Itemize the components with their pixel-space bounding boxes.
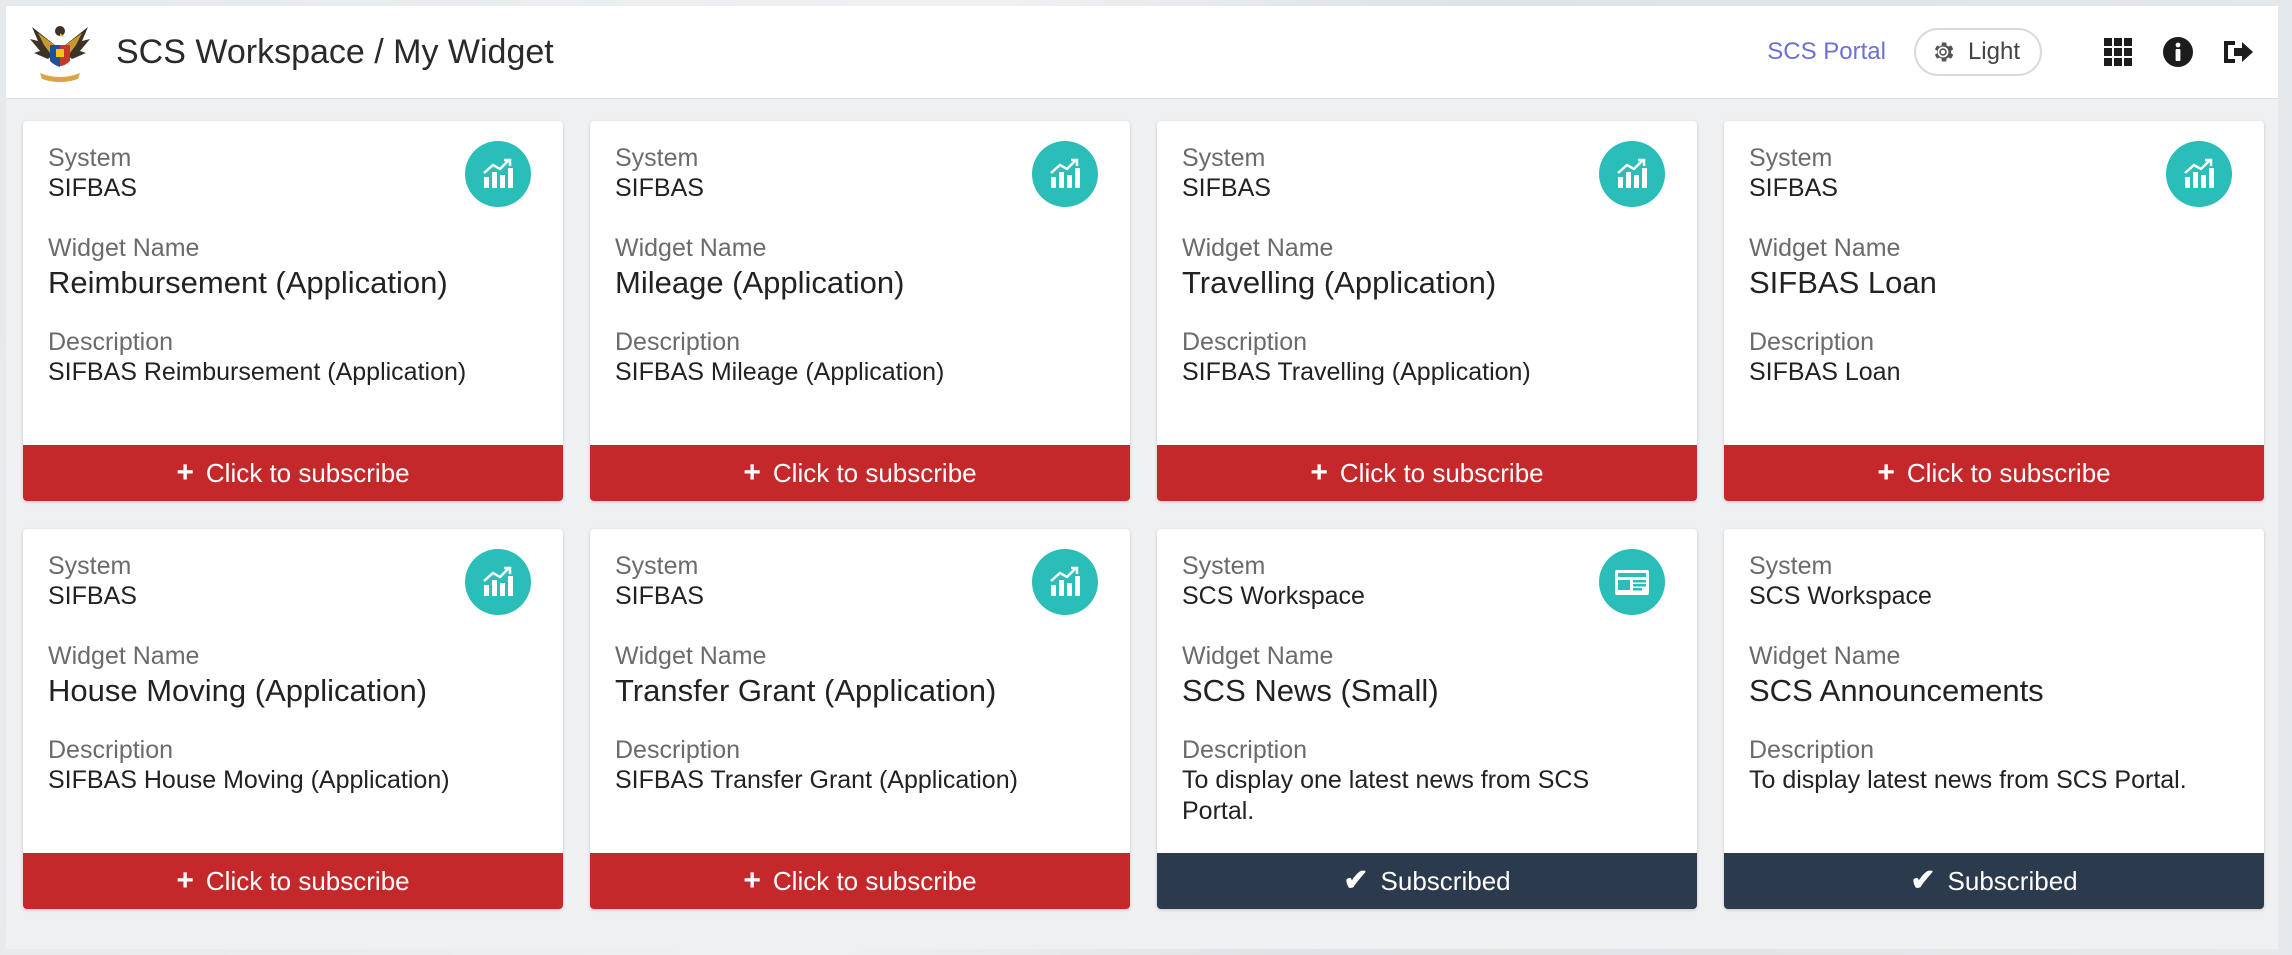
widget-name-label: Widget Name (1182, 642, 1334, 670)
widget-card-body: System SIFBAS Widget Name Transfer Grant (A… (615, 551, 1105, 796)
chart-growth-icon (1032, 141, 1098, 207)
chart-growth-icon (465, 549, 531, 615)
description-label: Description (615, 328, 741, 356)
subscribe-button[interactable]: + Click to subscribe (1724, 445, 2264, 501)
description-value: SIFBAS Travelling (Application) (1182, 358, 1531, 386)
subscribe-button-label: Click to subscribe (1906, 457, 2111, 488)
widget-name-label: Widget Name (48, 234, 200, 262)
widget-name-value: Mileage (Application) (615, 265, 905, 300)
plus-icon: + (743, 864, 761, 897)
description-label: Description (48, 328, 174, 356)
description-label: Description (1182, 328, 1308, 356)
description-value: To display one latest news from SCS Port… (1182, 766, 1590, 825)
chart-growth-icon (1032, 549, 1098, 615)
widget-name-label: Widget Name (1749, 642, 1901, 670)
widget-name-label: Widget Name (615, 234, 767, 262)
info-icon[interactable] (2160, 34, 2196, 70)
description-label: Description (1182, 736, 1308, 764)
widget-card: System SCS Workspace Widget Name SCS News (… (1157, 529, 1697, 909)
plus-icon: + (743, 456, 761, 489)
widget-name-value: Transfer Grant (Application) (615, 673, 997, 708)
plus-icon: + (1877, 456, 1895, 489)
subscribe-button[interactable]: + Click to subscribe (590, 445, 1130, 501)
subscribe-button-label: Click to subscribe (772, 457, 977, 488)
widget-name-label: Widget Name (48, 642, 200, 670)
widget-card-body: System SIFBAS Widget Name House Moving (App… (48, 551, 538, 796)
theme-toggle-button[interactable]: Light (1913, 28, 2042, 76)
check-icon: ✔ (1910, 864, 1936, 897)
chart-growth-icon (1599, 141, 1665, 207)
crest-logo[interactable] (24, 16, 96, 88)
widget-name-value: SCS News (Small) (1182, 673, 1439, 708)
chart-growth-icon (2166, 141, 2232, 207)
description-label: Description (1749, 328, 1875, 356)
subscribe-button-label: Subscribed (1947, 865, 2078, 896)
widget-card-body: System SIFBAS Widget Name SIFBAS Loan Descri… (1749, 143, 2239, 388)
subscribed-button[interactable]: ✔ Subscribed (1724, 853, 2264, 909)
plus-icon: + (176, 456, 194, 489)
widget-name-label: Widget Name (1182, 234, 1334, 262)
system-label: System (1749, 552, 1833, 580)
page-title: SCS Workspace / My Widget (116, 32, 554, 71)
widget-card: System SIFBAS Widget Name House Moving (App… (23, 529, 563, 909)
scs-portal-link[interactable]: SCS Portal (1767, 38, 1886, 66)
newspaper-icon (1599, 549, 1665, 615)
widget-name-value: Reimbursement (Application) (48, 265, 448, 300)
description-value: SIFBAS Loan (1749, 358, 1901, 386)
subscribe-button[interactable]: + Click to subscribe (590, 853, 1130, 909)
widget-name-value: SCS Announcements (1749, 673, 2044, 708)
widget-name-value: Travelling (Application) (1182, 265, 1497, 300)
widget-card: System SIFBAS Widget Name Travelling (Appli… (1157, 121, 1697, 501)
description-value: SIFBAS House Moving (Application) (48, 766, 450, 794)
widget-name-value: House Moving (Application) (48, 673, 428, 708)
widget-name-label: Widget Name (615, 642, 767, 670)
subscribe-button-label: Click to subscribe (205, 865, 410, 896)
widget-card-body: System SIFBAS Widget Name Reimbursement (Ap… (48, 143, 538, 388)
widget-card: System SCS Workspace Widget Name SCS Announ… (1724, 529, 2264, 909)
widget-card-body: System SCS Workspace Widget Name SCS News (… (1182, 551, 1672, 827)
description-value: SIFBAS Mileage (Application) (615, 358, 945, 386)
description-label: Description (1749, 736, 1875, 764)
description-value: To display latest news from SCS Portal. (1749, 766, 2187, 794)
header-actions: SCS Portal Light (1767, 28, 2256, 76)
widget-name-label: Widget Name (1749, 234, 1901, 262)
plus-icon: + (1310, 456, 1328, 489)
subscribe-button-label: Click to subscribe (205, 457, 410, 488)
widget-name-value: SIFBAS Loan (1749, 265, 1937, 300)
subscribe-button-label: Subscribed (1380, 865, 1511, 896)
widget-card-body: System SIFBAS Widget Name Travelling (Appli… (1182, 143, 1672, 388)
widget-card: System SIFBAS Widget Name Mileage (Applicat… (590, 121, 1130, 501)
subscribe-button[interactable]: + Click to subscribe (1157, 445, 1697, 501)
subscribe-button[interactable]: + Click to subscribe (23, 445, 563, 501)
widget-grid: System SIFBAS Widget Name Reimbursement (Ap… (23, 121, 2273, 909)
theme-label: Light (1967, 38, 2020, 65)
description-value: SIFBAS Reimbursement (Application) (48, 358, 467, 386)
check-icon: ✔ (1343, 864, 1369, 897)
gear-icon (1934, 42, 1954, 62)
description-label: Description (615, 736, 741, 764)
logout-icon[interactable] (2220, 34, 2256, 70)
app-window: SCS Workspace / My Widget SCS Portal Lig… (6, 6, 2278, 949)
plus-icon: + (176, 864, 194, 897)
subscribe-button-label: Click to subscribe (1339, 457, 1544, 488)
widget-card: System SIFBAS Widget Name Transfer Grant (A… (590, 529, 1130, 909)
top-header: SCS Workspace / My Widget SCS Portal Lig… (6, 6, 2278, 99)
subscribe-button-label: Click to subscribe (772, 865, 977, 896)
widget-card-body: System SIFBAS Widget Name Mileage (Applicat… (615, 143, 1105, 388)
subscribed-button[interactable]: ✔ Subscribed (1157, 853, 1697, 909)
apps-grid-icon[interactable] (2100, 34, 2136, 70)
chart-growth-icon (465, 141, 531, 207)
widget-card-body: System SCS Workspace Widget Name SCS Announ… (1749, 551, 2239, 796)
system-value: SCS Workspace (1749, 582, 1932, 610)
widget-card: System SIFBAS Widget Name Reimbursement (Ap… (23, 121, 563, 501)
widget-card: System SIFBAS Widget Name SIFBAS Loan Descri… (1724, 121, 2264, 501)
description-value: SIFBAS Transfer Grant (Application) (615, 766, 1018, 794)
subscribe-button[interactable]: + Click to subscribe (23, 853, 563, 909)
description-label: Description (48, 736, 174, 764)
